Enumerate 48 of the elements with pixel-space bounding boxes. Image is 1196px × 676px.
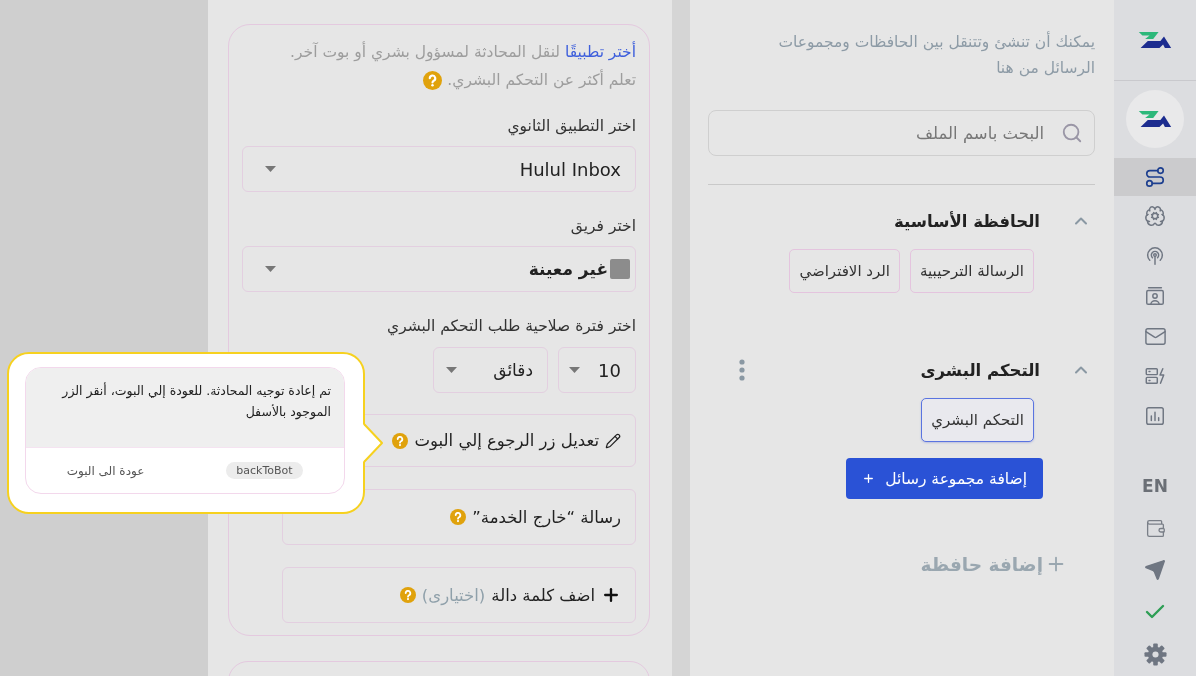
plus-icon bbox=[862, 472, 876, 485]
brain-gear-icon bbox=[1144, 205, 1166, 227]
folder-title: التحكم البشرى bbox=[920, 360, 1040, 380]
pencil-icon bbox=[605, 432, 621, 449]
unit-select[interactable]: دقائق bbox=[433, 347, 548, 393]
logo-icon bbox=[1137, 31, 1173, 49]
message-group-button[interactable]: التحكم البشري bbox=[921, 398, 1034, 442]
send-icon bbox=[1144, 559, 1166, 581]
search-icon bbox=[1061, 122, 1083, 144]
field-label: اختر فريق bbox=[569, 216, 636, 237]
choose-app-link[interactable]: أختر تطبيقًا bbox=[565, 43, 636, 61]
caret-icon bbox=[569, 367, 580, 373]
folder-title: الحافظة الأساسية bbox=[894, 211, 1040, 231]
help-icon[interactable] bbox=[423, 71, 443, 90]
option-row-button[interactable]: اضف كلمة دالة (اختيارى) bbox=[282, 567, 636, 623]
caret-icon bbox=[265, 166, 276, 172]
app-select[interactable]: Hulul Inbox bbox=[242, 146, 636, 192]
server-bolt-icon bbox=[1144, 365, 1166, 387]
redirect-message: تم إعادة توجيه المحادثة. للعودة إلي البوت، أنقر الزر الموجود بالأسفل bbox=[26, 368, 344, 447]
message-group-button[interactable]: الرد الافتراضي bbox=[789, 249, 901, 293]
field-label: اختر فترة صلاحية طلب التحكم البشري bbox=[386, 316, 636, 338]
help-icon[interactable] bbox=[450, 509, 467, 525]
add-group-button[interactable]: إضافة مجموعة رسائل bbox=[846, 458, 1043, 499]
payload-tag: backToBot bbox=[226, 462, 303, 479]
button-title-text: عودة الى البوت bbox=[66, 463, 145, 478]
route-icon bbox=[1144, 166, 1166, 188]
caret-icon bbox=[446, 367, 457, 373]
panel-description: يمكنك أن تنشئ وتتنقل بين الحافظات ومجموعات الرسائل من هنا bbox=[777, 30, 1095, 79]
team-swatch-icon bbox=[610, 259, 630, 279]
message-group-button[interactable]: الرسالة الترحيبية bbox=[910, 249, 1034, 293]
help-icon[interactable] bbox=[399, 587, 416, 603]
settings-icon bbox=[1143, 642, 1167, 666]
contact-card-icon bbox=[1144, 285, 1166, 307]
nav-item[interactable] bbox=[1114, 158, 1196, 196]
plus-icon bbox=[601, 585, 621, 605]
wallet-icon bbox=[1144, 517, 1166, 539]
search-field[interactable]: البحث باسم الملف bbox=[708, 110, 1095, 156]
help-icon[interactable] bbox=[392, 432, 409, 449]
amount-select[interactable]: 10 bbox=[558, 347, 636, 393]
field-label: اختر التطبيق الثانوي bbox=[506, 116, 636, 138]
bar-chart-icon bbox=[1144, 405, 1166, 427]
language-button[interactable]: EN bbox=[1114, 465, 1196, 507]
logo-avatar-icon[interactable] bbox=[1126, 89, 1184, 148]
broadcast-icon bbox=[1144, 245, 1166, 267]
team-select[interactable]: غير معينة bbox=[242, 246, 636, 292]
caret-icon bbox=[265, 266, 276, 272]
intro-text: أختر تطبيقًا لنقل المحادثة لمسؤول بشري أو بوت آخر. تعلم أكثر عن التحكم البشري. bbox=[289, 40, 636, 92]
more-options-icon[interactable] bbox=[739, 359, 745, 381]
